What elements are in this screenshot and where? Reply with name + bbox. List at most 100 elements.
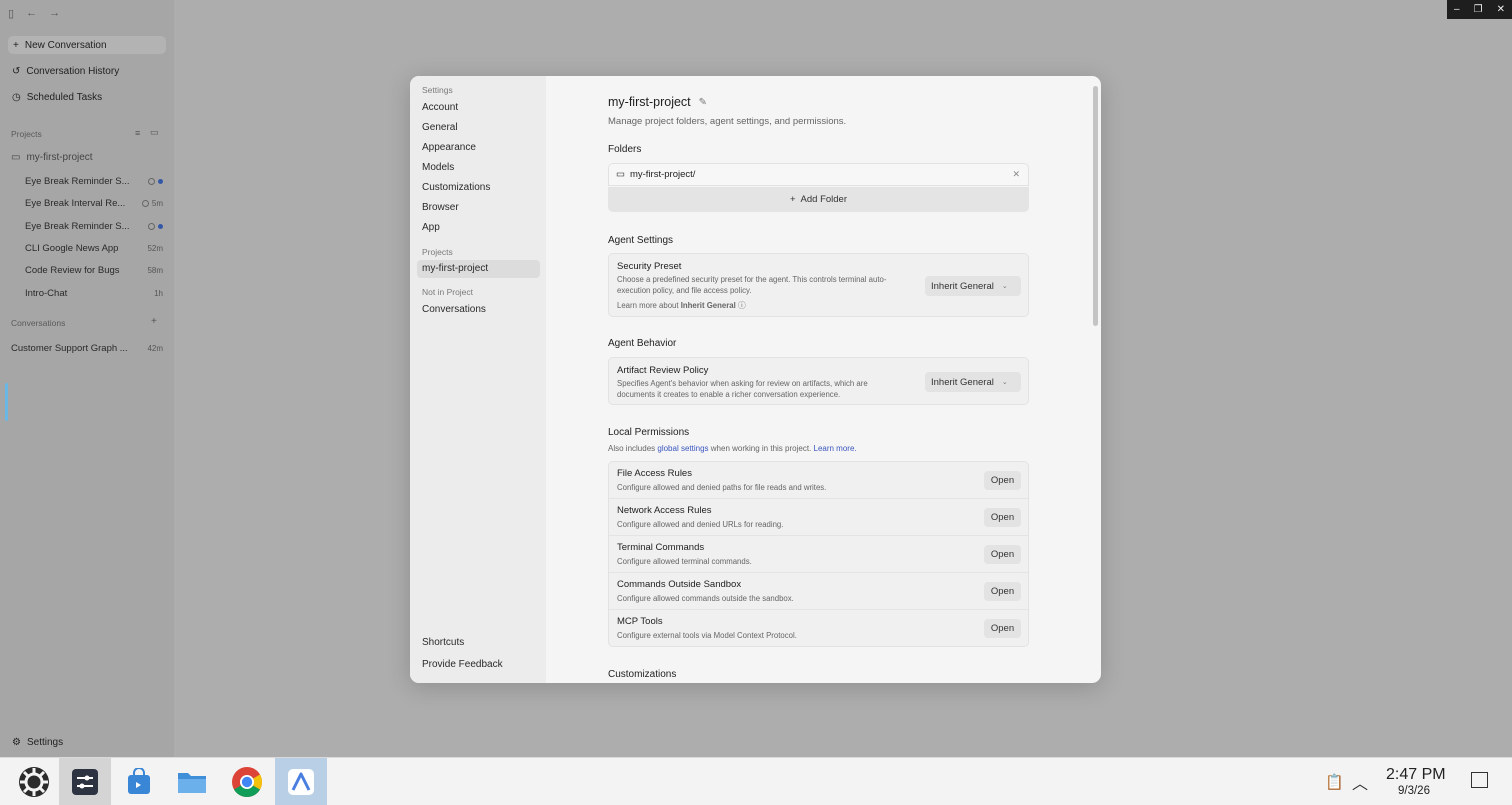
chevron-up-icon[interactable]: ︿ — [1352, 770, 1368, 794]
project-folder-item[interactable]: ▭ my-first-project — [11, 148, 93, 166]
system-menu-button[interactable] — [8, 758, 60, 805]
clipboard-icon[interactable]: 📋 — [1325, 773, 1344, 791]
settings-label: Settings — [26, 736, 64, 748]
nav-item-feedback[interactable]: Provide Feedback — [422, 659, 503, 670]
security-preset-dropdown[interactable]: Inherit General ⌄ — [925, 276, 1021, 296]
conversation-history-label: Conversation History — [26, 65, 120, 77]
list-item[interactable]: Intro-Chat 1h — [25, 288, 163, 299]
list-item[interactable]: Eye Break Interval Re... 5m — [25, 198, 163, 209]
learn-more-line[interactable]: Learn more about Inherit General ⓘ — [617, 300, 746, 311]
permission-desc: Configure external tools via Model Conte… — [617, 631, 797, 640]
taskbar-settings-app[interactable] — [59, 758, 111, 805]
security-preset-title: Security Preset — [617, 261, 682, 272]
taskbar-files-app[interactable] — [166, 758, 218, 805]
resize-handle[interactable] — [5, 383, 8, 421]
permission-title: MCP Tools — [617, 616, 663, 627]
unread-dot — [158, 224, 163, 229]
new-conversation-button[interactable]: + New Conversation — [8, 36, 166, 54]
list-item-time: 5m — [151, 199, 163, 208]
open-network-access-button[interactable]: Open — [984, 508, 1021, 527]
nav-item-app[interactable]: App — [422, 222, 440, 233]
open-commands-outside-sandbox-button[interactable]: Open — [984, 582, 1021, 601]
minimize-icon[interactable]: – — [1454, 4, 1460, 15]
open-file-access-button[interactable]: Open — [984, 471, 1021, 490]
permission-desc: Configure allowed terminal commands. — [617, 557, 752, 566]
agent-settings-heading: Agent Settings — [608, 235, 674, 246]
list-item-label: Eye Break Reminder S... — [25, 221, 130, 232]
nav-item-appearance[interactable]: Appearance — [422, 142, 476, 153]
list-item[interactable]: Eye Break Reminder S... — [25, 221, 163, 232]
chevron-down-icon: ⌄ — [1001, 379, 1008, 386]
taskbar-chrome-app[interactable] — [221, 758, 273, 805]
nav-item-conversations[interactable]: Conversations — [422, 304, 486, 315]
filter-icon[interactable]: ≡ — [135, 128, 140, 138]
scheduled-tasks-link[interactable]: ◷ Scheduled Tasks — [12, 88, 102, 106]
chrome-icon — [232, 767, 263, 798]
unread-dot — [158, 179, 163, 184]
list-item[interactable]: CLI Google News App 52m — [25, 243, 163, 254]
sidebar-toggle-icon[interactable]: ▯ — [8, 7, 14, 20]
settings-link[interactable]: ⚙ Settings — [12, 733, 63, 751]
close-window-icon[interactable]: ✕ — [1497, 4, 1505, 15]
list-item[interactable]: Customer Support Graph ... 42m — [11, 343, 163, 354]
artifact-review-desc-2: documents it creates to enable a richer … — [617, 390, 841, 399]
nav-item-shortcuts[interactable]: Shortcuts — [422, 637, 464, 648]
window-controls: – ❐ ✕ — [1447, 0, 1512, 19]
settings-modal: Settings Account General Appearance Mode… — [410, 76, 1101, 683]
permissions-note: Also includes global settings when worki… — [608, 444, 857, 453]
permission-desc: Configure allowed commands outside the s… — [617, 594, 794, 603]
taskbar-agent-app[interactable] — [275, 758, 327, 805]
back-icon[interactable]: ← — [26, 7, 37, 20]
permission-row: Commands Outside Sandbox Configure allow… — [609, 573, 1028, 610]
projects-section-label: Projects — [11, 129, 42, 139]
permission-title: Commands Outside Sandbox — [617, 579, 742, 590]
list-item-label: CLI Google News App — [25, 243, 119, 254]
gear-icon — [19, 767, 49, 797]
nav-item-models[interactable]: Models — [422, 162, 454, 173]
nav-item-customizations[interactable]: Customizations — [422, 182, 490, 193]
list-item-time: 42m — [147, 344, 163, 353]
edit-icon[interactable]: ✎ — [699, 97, 707, 108]
new-folder-icon[interactable]: ▭ — [150, 127, 159, 138]
page-title: my-first-project ✎ — [608, 95, 707, 109]
store-icon — [128, 768, 150, 794]
maximize-icon[interactable]: ❐ — [1474, 4, 1483, 15]
chevron-down-icon: ⌄ — [1001, 283, 1008, 290]
list-item[interactable]: Eye Break Reminder S... — [25, 176, 163, 187]
nav-item-account[interactable]: Account — [422, 102, 458, 113]
add-folder-button[interactable]: + Add Folder — [608, 187, 1029, 212]
open-mcp-tools-button[interactable]: Open — [984, 619, 1021, 638]
artifact-review-dropdown[interactable]: Inherit General ⌄ — [925, 372, 1021, 392]
show-desktop-icon[interactable] — [1471, 772, 1488, 788]
remove-folder-icon[interactable]: ✕ — [1012, 169, 1020, 180]
plus-icon: + — [13, 39, 19, 51]
plus-icon: + — [789, 194, 796, 205]
global-settings-link[interactable]: global settings — [657, 444, 708, 453]
clock-time[interactable]: 2:47 PM — [1386, 766, 1446, 784]
clock-date[interactable]: 9/3/26 — [1398, 785, 1430, 797]
permission-row: Network Access Rules Configure allowed a… — [609, 499, 1028, 536]
security-preset-desc-1: Choose a predefined security preset for … — [617, 275, 887, 284]
scrollbar[interactable] — [1093, 86, 1098, 326]
project-title: my-first-project — [608, 95, 691, 109]
list-item-meta — [148, 176, 163, 187]
list-item[interactable]: Code Review for Bugs 58m — [25, 265, 163, 276]
folder-icon: ▭ — [616, 169, 625, 180]
learn-more-link[interactable]: Learn more. — [814, 444, 857, 453]
clock-icon — [141, 200, 149, 207]
forward-icon[interactable]: → — [49, 7, 60, 20]
permission-desc: Configure allowed and denied paths for f… — [617, 483, 827, 492]
nav-item-browser[interactable]: Browser — [422, 202, 459, 213]
conversation-history-link[interactable]: ↺ Conversation History — [12, 62, 119, 80]
list-item-label: Eye Break Interval Re... — [25, 198, 126, 209]
add-conversation-icon[interactable]: + — [151, 316, 157, 327]
customizations-heading: Customizations — [608, 669, 677, 680]
folder-path: my-first-project/ — [629, 169, 696, 180]
nav-item-general[interactable]: General — [422, 122, 458, 133]
settings-nav: Settings Account General Appearance Mode… — [410, 76, 546, 683]
open-terminal-commands-button[interactable]: Open — [984, 545, 1021, 564]
list-item-time: 58m — [147, 266, 163, 275]
nav-item-project[interactable]: my-first-project — [417, 260, 540, 278]
folder-row: ▭ my-first-project/ ✕ — [608, 163, 1029, 186]
taskbar-store-app[interactable] — [113, 758, 165, 805]
